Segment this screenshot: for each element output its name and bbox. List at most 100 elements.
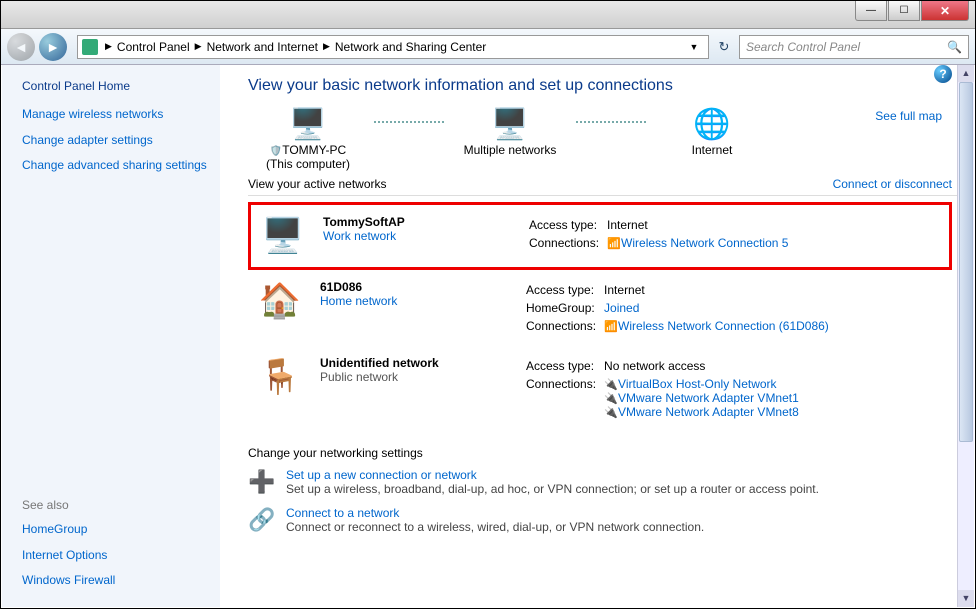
chevron-right-icon: ▶ xyxy=(192,41,205,52)
search-input[interactable]: Search Control Panel 🔍 xyxy=(739,35,969,59)
value-access-type: Internet xyxy=(607,217,794,233)
network-type-label: Public network xyxy=(320,370,510,384)
homegroup-link[interactable]: Joined xyxy=(604,301,639,315)
new-connection-icon xyxy=(248,468,276,496)
network-type-link[interactable]: Work network xyxy=(323,229,513,243)
adapter-icon: 🔌 xyxy=(604,392,618,405)
adapter-icon: 🔌 xyxy=(604,406,618,419)
network-name-block: Unidentified network Public network xyxy=(320,356,510,422)
scroll-up-button[interactable]: ▲ xyxy=(958,65,974,82)
sidebar: Control Panel Home Manage wireless netwo… xyxy=(2,65,220,607)
setting-desc: Set up a wireless, broadband, dial-up, a… xyxy=(286,482,819,496)
forward-button[interactable]: ► xyxy=(39,33,67,61)
chevron-right-icon: ▶ xyxy=(102,41,115,52)
network-type-link[interactable]: Home network xyxy=(320,294,510,308)
network-details: Access type:Internet Connections:📶Wirele… xyxy=(527,215,796,257)
label-connections: Connections: xyxy=(529,235,605,251)
network-name: Unidentified network xyxy=(320,356,510,370)
help-icon[interactable]: ? xyxy=(934,65,952,83)
setting-title-link[interactable]: Set up a new connection or network xyxy=(286,468,819,482)
shield-icon: 🛡️ xyxy=(270,146,282,157)
signal-icon: 📶 xyxy=(607,237,621,250)
scrollbar[interactable]: ▲ ▼ xyxy=(957,65,974,607)
connection-link[interactable]: VirtualBox Host-Only Network xyxy=(618,377,777,391)
network-details: Access type:No network access Connection… xyxy=(524,356,807,422)
breadcrumb[interactable]: ▶ Control Panel ▶ Network and Internet ▶… xyxy=(77,35,709,59)
maximize-button[interactable]: ☐ xyxy=(888,1,920,21)
sidebar-link-sharing[interactable]: Change advanced sharing settings xyxy=(22,158,210,174)
connect-disconnect-link[interactable]: Connect or disconnect xyxy=(833,177,952,191)
breadcrumb-item[interactable]: Network and Internet xyxy=(207,40,318,54)
multi-network-icon xyxy=(489,105,531,143)
see-full-map-link[interactable]: See full map xyxy=(875,109,942,123)
map-pc-name: TOMMY-PC xyxy=(282,143,346,157)
chevron-right-icon: ▶ xyxy=(320,41,333,52)
refresh-button[interactable]: ↻ xyxy=(713,36,735,58)
network-row-unidentified: Unidentified network Public network Acce… xyxy=(248,346,964,432)
setting-title-link[interactable]: Connect to a network xyxy=(286,506,704,520)
value-access-type: No network access xyxy=(604,358,805,374)
network-row-tommysoftap: TommySoftAP Work network Access type:Int… xyxy=(248,202,952,270)
sidebar-link-adapter[interactable]: Change adapter settings xyxy=(22,133,210,149)
label-access-type: Access type: xyxy=(526,358,602,374)
map-connector xyxy=(374,121,444,123)
active-networks-header: View your active networks Connect or dis… xyxy=(248,175,964,196)
connection-link[interactable]: Wireless Network Connection 5 xyxy=(621,236,788,250)
close-button[interactable]: ✕ xyxy=(921,1,969,21)
map-mid-label: Multiple networks xyxy=(464,143,557,157)
public-network-icon xyxy=(254,356,306,398)
map-multiple-networks: Multiple networks xyxy=(450,105,570,171)
map-pc-sub: (This computer) xyxy=(266,157,350,171)
label-homegroup: HomeGroup: xyxy=(526,300,602,316)
back-button[interactable]: ◄ xyxy=(7,33,35,61)
breadcrumb-item[interactable]: Network and Sharing Center xyxy=(335,40,486,54)
connect-network-icon xyxy=(248,506,276,534)
chevron-down-icon[interactable]: ▼ xyxy=(684,42,704,52)
work-network-icon xyxy=(257,215,309,257)
network-map: See full map 🛡️TOMMY-PC (This computer) … xyxy=(248,105,964,171)
connection-link[interactable]: VMware Network Adapter VMnet1 xyxy=(618,391,799,405)
sidebar-link-homegroup[interactable]: HomeGroup xyxy=(22,522,210,538)
map-internet: Internet xyxy=(652,105,772,171)
network-name: 61D086 xyxy=(320,280,510,294)
navbar: ◄ ► ▶ Control Panel ▶ Network and Intern… xyxy=(1,29,975,65)
search-icon[interactable]: 🔍 xyxy=(947,40,962,54)
value-access-type: Internet xyxy=(604,282,835,298)
network-name-block: 61D086 Home network xyxy=(320,280,510,336)
page-heading: View your basic network information and … xyxy=(248,77,964,95)
setting-desc: Connect or reconnect to a wireless, wire… xyxy=(286,520,704,534)
scroll-thumb[interactable] xyxy=(959,82,973,442)
active-networks-label: View your active networks xyxy=(248,177,387,191)
adapter-icon: 🔌 xyxy=(604,378,618,391)
control-panel-icon xyxy=(82,39,98,55)
label-connections: Connections: xyxy=(526,318,602,334)
see-also-label: See also xyxy=(22,498,210,512)
label-access-type: Access type: xyxy=(526,282,602,298)
sidebar-link-wireless[interactable]: Manage wireless networks xyxy=(22,107,210,123)
scroll-down-button[interactable]: ▼ xyxy=(958,590,974,607)
network-row-61d086: 61D086 Home network Access type:Internet… xyxy=(248,270,964,346)
sidebar-link-firewall[interactable]: Windows Firewall xyxy=(22,573,210,589)
breadcrumb-item[interactable]: Control Panel xyxy=(117,40,190,54)
window-buttons: — ☐ ✕ xyxy=(855,1,975,21)
control-panel-home[interactable]: Control Panel Home xyxy=(22,79,210,93)
map-this-pc: 🛡️TOMMY-PC (This computer) xyxy=(248,105,368,171)
home-network-icon xyxy=(254,280,306,322)
map-internet-label: Internet xyxy=(692,143,733,157)
map-connector xyxy=(576,121,646,123)
minimize-button[interactable]: — xyxy=(855,1,887,21)
globe-icon xyxy=(691,105,733,143)
search-placeholder: Search Control Panel xyxy=(746,40,860,54)
titlebar: — ☐ ✕ xyxy=(1,1,975,29)
sidebar-link-internet-options[interactable]: Internet Options xyxy=(22,548,210,564)
main: ? View your basic network information an… xyxy=(220,65,974,607)
network-name: TommySoftAP xyxy=(323,215,513,229)
network-details: Access type:Internet HomeGroup:Joined Co… xyxy=(524,280,837,336)
connection-link[interactable]: Wireless Network Connection (61D086) xyxy=(618,319,829,333)
settings-heading: Change your networking settings xyxy=(248,446,964,460)
setting-new-connection: Set up a new connection or network Set u… xyxy=(248,468,964,496)
label-access-type: Access type: xyxy=(529,217,605,233)
connection-link[interactable]: VMware Network Adapter VMnet8 xyxy=(618,405,799,419)
setting-connect-network: Connect to a network Connect or reconnec… xyxy=(248,506,964,534)
body: Control Panel Home Manage wireless netwo… xyxy=(2,65,974,607)
